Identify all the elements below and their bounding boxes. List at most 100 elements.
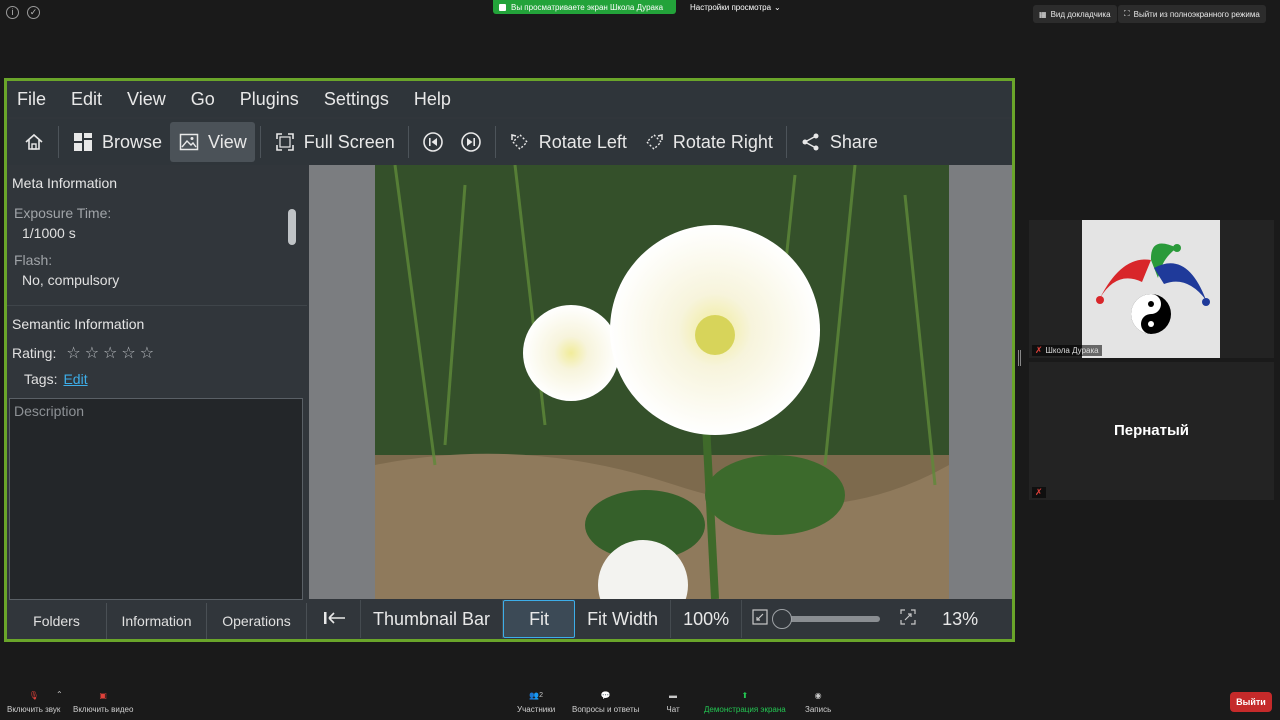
image-icon bbox=[178, 131, 200, 153]
info-icon[interactable]: i bbox=[6, 6, 19, 19]
screen-share-icon bbox=[499, 3, 506, 11]
star-icon[interactable]: ☆ bbox=[140, 343, 154, 363]
participants-label: Участники bbox=[517, 705, 556, 714]
unmute-label: Включить звук bbox=[7, 705, 61, 714]
record-label: Запись bbox=[805, 705, 832, 714]
viewing-banner-text: Вы просматриваете экран Школа Дурака bbox=[511, 2, 664, 12]
participant-tile-pernatyi[interactable]: Пернатый ✗ bbox=[1029, 362, 1274, 500]
speaker-view-button[interactable]: ▦ Вид докладчика bbox=[1033, 5, 1117, 23]
home-icon bbox=[23, 131, 45, 153]
tab-information[interactable]: Information bbox=[107, 603, 207, 639]
tags-edit-link[interactable]: Edit bbox=[63, 371, 87, 387]
menu-file[interactable]: File bbox=[17, 89, 59, 110]
exit-fullscreen-button[interactable]: ⛶ Выйти из полноэкранного режима bbox=[1118, 5, 1266, 23]
fit-width-button[interactable]: Fit Width bbox=[575, 600, 672, 638]
share-screen-icon: ⬆ bbox=[741, 690, 749, 700]
zoom-window: i ✓ Вы просматриваете экран Школа Дурака… bbox=[0, 0, 1280, 720]
flash-label: Flash: bbox=[14, 252, 53, 268]
main-toolbar: Browse View Full Screen Rotate Left Rota… bbox=[7, 119, 1012, 165]
fullscreen-label: Full Screen bbox=[303, 131, 395, 152]
toolbar-separator bbox=[785, 126, 787, 158]
star-icon[interactable]: ☆ bbox=[103, 343, 117, 363]
tags-label: Tags: bbox=[24, 371, 58, 387]
qa-button[interactable]: 💬 Вопросы и ответы bbox=[572, 688, 639, 715]
menu-help[interactable]: Help bbox=[414, 89, 464, 110]
collapse-left-icon bbox=[323, 609, 347, 630]
zoom-controls: 13% bbox=[742, 609, 978, 630]
shield-icon[interactable]: ✓ bbox=[27, 6, 40, 19]
menu-plugins[interactable]: Plugins bbox=[240, 89, 312, 110]
meta-scrollbar[interactable] bbox=[288, 209, 296, 245]
participant-name-tag: ✗ Школа Дурака bbox=[1032, 345, 1102, 356]
previous-button[interactable] bbox=[414, 122, 452, 162]
rotate-left-button[interactable]: Rotate Left bbox=[501, 122, 635, 162]
browse-label: Browse bbox=[102, 131, 163, 152]
menu-edit[interactable]: Edit bbox=[71, 89, 115, 110]
mic-muted-icon: ✗ bbox=[1035, 345, 1043, 355]
rotate-right-label: Rotate Right bbox=[672, 131, 773, 152]
thumbnail-bar-button[interactable]: Thumbnail Bar bbox=[361, 600, 504, 638]
next-button[interactable] bbox=[452, 122, 490, 162]
exit-fullscreen-icon: ⛶ bbox=[1124, 9, 1130, 18]
zoom-in-icon[interactable] bbox=[900, 608, 916, 630]
star-icon[interactable]: ☆ bbox=[66, 343, 80, 363]
zoom-100-button[interactable]: 100% bbox=[671, 600, 743, 638]
tags-row: Tags: Edit bbox=[24, 371, 88, 387]
meeting-info-icons: i ✓ bbox=[6, 6, 40, 19]
chat-icon: ▬ bbox=[669, 690, 677, 700]
participants-button[interactable]: 👥 2 Участники bbox=[517, 688, 556, 715]
zoom-value: 13% bbox=[942, 608, 979, 629]
toggle-sidebar-button[interactable] bbox=[309, 600, 361, 638]
description-field[interactable]: Description bbox=[9, 398, 303, 600]
view-options-menu[interactable]: Настройки просмотра ⌄ bbox=[690, 0, 781, 14]
menu-settings[interactable]: Settings bbox=[324, 89, 402, 110]
fit-button[interactable]: Fit bbox=[503, 600, 576, 638]
star-icon[interactable]: ☆ bbox=[121, 343, 135, 363]
semantic-info-heading: Semantic Information bbox=[12, 316, 145, 332]
start-video-button[interactable]: ▣ Включить видео bbox=[73, 688, 133, 715]
zoom-slider[interactable] bbox=[772, 609, 881, 629]
participants-count: 2 bbox=[539, 691, 544, 699]
zoom-out-icon[interactable] bbox=[752, 608, 768, 630]
menu-bar: File Edit View Go Plugins Settings Help bbox=[7, 81, 1012, 117]
shared-screen: File Edit View Go Plugins Settings Help … bbox=[4, 78, 1015, 642]
rating-stars[interactable]: ☆ ☆ ☆ ☆ ☆ bbox=[66, 343, 154, 363]
speaker-view-label: Вид докладчика bbox=[1050, 9, 1111, 19]
screen-share-button[interactable]: ⬆ Демонстрация экрана bbox=[704, 688, 786, 715]
skip-next-icon bbox=[460, 131, 482, 153]
info-sidebar: Meta Information Exposure Time: 1/1000 s… bbox=[7, 165, 307, 603]
unmute-button[interactable]: 🎙 Включить звук bbox=[7, 688, 61, 715]
leave-button[interactable]: Выйти bbox=[1230, 692, 1272, 712]
menu-go[interactable]: Go bbox=[191, 89, 228, 110]
fullscreen-button[interactable]: Full Screen bbox=[266, 122, 403, 162]
rotate-right-button[interactable]: Rotate Right bbox=[635, 122, 781, 162]
record-icon: ◉ bbox=[814, 690, 822, 700]
zoom-slider-handle[interactable] bbox=[772, 609, 793, 629]
tab-folders[interactable]: Folders bbox=[7, 603, 107, 639]
image-viewport[interactable] bbox=[309, 165, 1012, 599]
share-label: Share bbox=[829, 131, 878, 152]
panel-resize-handle[interactable] bbox=[1018, 350, 1021, 366]
browse-button[interactable]: Browse bbox=[64, 122, 170, 162]
exposure-value: 1/1000 s bbox=[22, 225, 76, 241]
share-icon bbox=[800, 131, 822, 153]
toolbar-separator bbox=[407, 126, 409, 158]
menu-view[interactable]: View bbox=[127, 89, 179, 110]
rotate-right-icon bbox=[643, 131, 665, 153]
view-button[interactable]: View bbox=[170, 122, 255, 162]
participant-tile-school[interactable]: ✗ Школа Дурака bbox=[1029, 220, 1274, 358]
chat-button[interactable]: ▬ Чат bbox=[664, 688, 682, 715]
avatar-jester bbox=[1082, 220, 1220, 358]
tab-operations[interactable]: Operations bbox=[207, 603, 307, 639]
star-icon[interactable]: ☆ bbox=[85, 343, 99, 363]
rotate-left-label: Rotate Left bbox=[538, 131, 627, 152]
sidebar-tabs: Folders Information Operations bbox=[7, 603, 307, 639]
share-button[interactable]: Share bbox=[792, 122, 886, 162]
home-button[interactable] bbox=[15, 122, 53, 162]
mic-muted-icon: ✗ bbox=[1035, 487, 1043, 497]
jester-logo bbox=[1082, 220, 1220, 358]
rating-label: Rating: bbox=[12, 345, 57, 361]
record-button[interactable]: ◉ Запись bbox=[805, 688, 832, 715]
fullscreen-icon bbox=[274, 131, 296, 153]
audio-options-chevron-icon[interactable]: ⌃ bbox=[56, 690, 63, 699]
